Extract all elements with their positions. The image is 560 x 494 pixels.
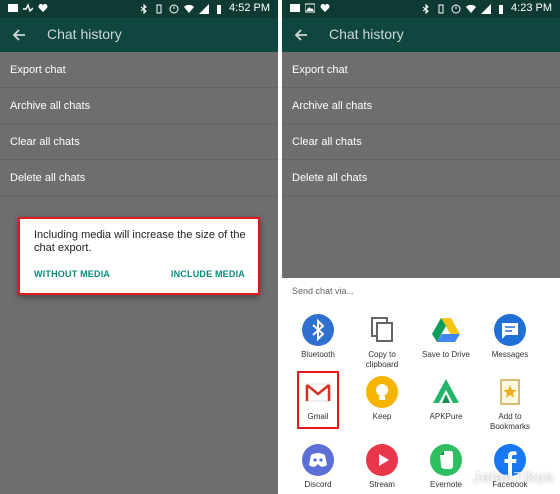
chat-history-menu: Export chat Archive all chats Clear all … xyxy=(282,52,560,196)
signal-icon xyxy=(199,3,210,14)
activity-icon xyxy=(23,3,33,13)
gmail-icon xyxy=(305,383,331,402)
share-target-label: Gmail xyxy=(307,412,329,421)
left-screen: 4:52 PM Chat history Export chat Archive… xyxy=(0,0,278,494)
share-target-label: Messages xyxy=(491,350,529,359)
right-screen: 4:23 PM Chat history Export chat Archive… xyxy=(282,0,560,494)
vibrate-icon xyxy=(438,4,444,13)
share-target-evernote[interactable]: Evernote xyxy=(414,444,478,490)
bluetooth-icon xyxy=(302,314,334,346)
page-title: Chat history xyxy=(329,26,404,42)
share-target-copy-to-clipboard[interactable]: Copy to clipboard xyxy=(350,314,414,370)
share-target-label: Bluetooth xyxy=(301,350,335,359)
share-target-apkpure[interactable]: APKPure xyxy=(414,376,478,422)
alarm-icon xyxy=(169,4,179,13)
heart-icon xyxy=(38,4,48,12)
drive-icon xyxy=(432,318,460,342)
messages-icon xyxy=(494,314,526,346)
bluetooth-status-icon xyxy=(140,3,147,14)
share-target-label: Add to Bookmarks xyxy=(489,412,530,431)
share-target-save-to-drive[interactable]: Save to Drive xyxy=(414,314,478,360)
status-time: 4:52 PM xyxy=(229,2,270,14)
share-target-bluetooth[interactable]: Bluetooth xyxy=(286,314,350,360)
image-icon xyxy=(305,3,315,13)
export-media-dialog: Including media will increase the size o… xyxy=(18,217,260,295)
menu-item-archive-all-chats[interactable]: Archive all chats xyxy=(0,88,278,124)
status-bar: 4:52 PM xyxy=(0,0,278,18)
page-title: Chat history xyxy=(47,26,122,42)
watermark: JalanTikus xyxy=(472,469,554,486)
share-target-label: APKPure xyxy=(429,412,463,421)
keep-icon xyxy=(366,376,398,408)
menu-item-export-chat[interactable]: Export chat xyxy=(282,52,560,88)
signal-icon xyxy=(481,3,492,14)
bluetooth-status-icon xyxy=(422,3,429,14)
discord-icon xyxy=(302,444,334,476)
menu-item-clear-all-chats[interactable]: Clear all chats xyxy=(282,124,560,160)
share-sheet-title: Send chat via... xyxy=(292,286,355,296)
copy-icon xyxy=(371,317,393,342)
share-target-messages[interactable]: Messages xyxy=(478,314,542,360)
share-target-stream[interactable]: Stream xyxy=(350,444,414,490)
share-sheet: Send chat via... Bluetooth Copy to clipb… xyxy=(282,278,560,494)
share-target-add-to-bookmarks[interactable]: Add to Bookmarks xyxy=(478,376,542,432)
evernote-icon xyxy=(430,444,462,476)
menu-item-delete-all-chats[interactable]: Delete all chats xyxy=(0,160,278,196)
wifi-icon xyxy=(184,4,195,13)
share-target-label: Keep xyxy=(372,412,392,421)
share-target-gmail[interactable]: Gmail xyxy=(286,376,350,422)
heart-icon xyxy=(320,4,330,12)
share-target-label: Stream xyxy=(369,480,395,489)
dialog-message: Including media will increase the size o… xyxy=(34,229,246,254)
share-target-keep[interactable]: Keep xyxy=(350,376,414,422)
menu-item-clear-all-chats[interactable]: Clear all chats xyxy=(0,124,278,160)
share-target-label: Evernote xyxy=(429,480,463,489)
menu-item-export-chat[interactable]: Export chat xyxy=(0,52,278,88)
wifi-icon xyxy=(466,4,477,13)
apkpure-icon xyxy=(433,379,459,403)
share-target-label: Save to Drive xyxy=(421,350,471,359)
chat-history-menu: Export chat Archive all chats Clear all … xyxy=(0,52,278,196)
battery-icon xyxy=(499,4,504,14)
app-bar: Chat history xyxy=(0,18,278,52)
notification-icon xyxy=(8,4,18,12)
share-target-label: Copy to clipboard xyxy=(365,350,399,369)
menu-item-delete-all-chats[interactable]: Delete all chats xyxy=(282,160,560,196)
share-target-discord[interactable]: Discord xyxy=(286,444,350,490)
notification-icon xyxy=(290,4,300,12)
app-bar: Chat history xyxy=(282,18,560,52)
back-arrow-icon[interactable] xyxy=(10,26,28,44)
alarm-icon xyxy=(451,4,461,13)
bookmarks-icon xyxy=(500,379,520,405)
without-media-button[interactable]: WITHOUT MEDIA xyxy=(34,269,110,279)
include-media-button[interactable]: INCLUDE MEDIA xyxy=(171,269,245,279)
battery-icon xyxy=(217,4,222,14)
share-target-label: Discord xyxy=(304,480,332,489)
stream-icon xyxy=(366,444,398,476)
status-time: 4:23 PM xyxy=(511,2,552,14)
back-arrow-icon[interactable] xyxy=(292,26,310,44)
menu-item-archive-all-chats[interactable]: Archive all chats xyxy=(282,88,560,124)
status-bar: 4:23 PM xyxy=(282,0,560,18)
vibrate-icon xyxy=(156,4,162,13)
